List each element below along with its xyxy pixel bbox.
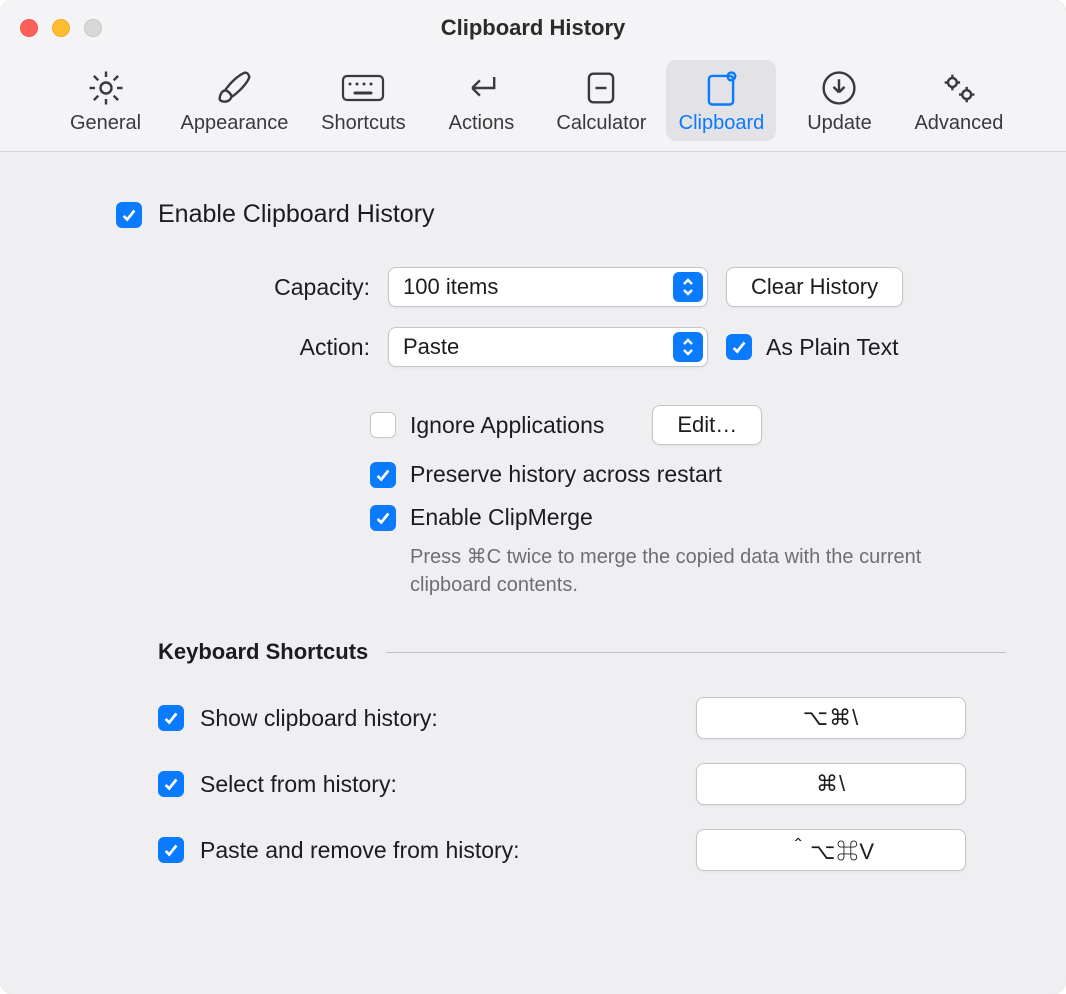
tab-appearance[interactable]: Appearance	[169, 60, 301, 141]
clipmerge-hint: Press ⌘C twice to merge the copied data …	[410, 539, 930, 599]
gear-icon	[84, 68, 128, 108]
window-close-button[interactable]	[20, 19, 38, 37]
as-plain-text-checkbox[interactable]	[726, 334, 752, 360]
preferences-window: Clipboard History General Appearance Sho…	[0, 0, 1066, 994]
shortcut-keyfield[interactable]: ⌘\	[696, 763, 966, 805]
tab-update[interactable]: Update	[784, 60, 894, 141]
ignore-applications-checkbox[interactable]	[370, 412, 396, 438]
shortcut-label: Show clipboard history:	[200, 705, 680, 732]
shortcut-keyfield[interactable]: ⌥⌘\	[696, 697, 966, 739]
tab-calculator[interactable]: Calculator	[544, 60, 658, 141]
preserve-history-label: Preserve history across restart	[410, 461, 722, 488]
ignore-applications-label: Ignore Applications	[410, 412, 604, 439]
tab-label: General	[70, 112, 141, 135]
window-minimize-button[interactable]	[52, 19, 70, 37]
as-plain-text-label: As Plain Text	[766, 334, 899, 361]
window-title: Clipboard History	[0, 15, 1066, 41]
tab-label: Shortcuts	[321, 112, 405, 135]
shortcut-show-clipboard-history: Show clipboard history: ⌥⌘\	[158, 685, 966, 751]
download-icon	[817, 68, 861, 108]
action-popup[interactable]: Paste	[388, 327, 708, 367]
capacity-popup[interactable]: 100 items	[388, 267, 708, 307]
shortcut-checkbox[interactable]	[158, 705, 184, 731]
tab-label: Calculator	[556, 112, 646, 135]
ignore-applications-row: Ignore Applications Edit…	[370, 397, 1026, 453]
brush-icon	[212, 68, 256, 108]
capacity-label: Capacity:	[110, 274, 370, 301]
enable-clipmerge-label: Enable ClipMerge	[410, 504, 593, 531]
settings-form: Capacity: 100 items Clear History Action…	[110, 267, 1026, 367]
capacity-value: 100 items	[403, 274, 498, 300]
keyboard-icon	[341, 68, 385, 108]
preferences-toolbar: General Appearance Shortcuts Actions Cal…	[0, 56, 1066, 152]
tab-label: Appearance	[181, 112, 289, 135]
traffic-lights	[0, 19, 102, 37]
shortcut-checkbox[interactable]	[158, 771, 184, 797]
enable-clipmerge-row: Enable ClipMerge	[370, 496, 1026, 539]
enable-clipmerge-checkbox[interactable]	[370, 505, 396, 531]
edit-ignore-applications-button[interactable]: Edit…	[652, 405, 762, 445]
tab-label: Advanced	[914, 112, 1003, 135]
enable-clipboard-history-label: Enable Clipboard History	[158, 200, 435, 229]
tab-clipboard[interactable]: Clipboard	[666, 60, 776, 141]
action-label: Action:	[110, 334, 370, 361]
enable-clipboard-history-checkbox[interactable]	[116, 202, 142, 228]
content-pane: Enable Clipboard History Capacity: 100 i…	[0, 152, 1066, 994]
preserve-history-row: Preserve history across restart	[370, 453, 1026, 496]
divider	[386, 652, 1006, 653]
shortcut-paste-and-remove: Paste and remove from history: ＾⌥⌘V	[158, 817, 966, 883]
return-icon	[459, 68, 503, 108]
as-plain-text-row: As Plain Text	[726, 334, 1026, 361]
shortcuts-list: Show clipboard history: ⌥⌘\ Select from …	[158, 685, 966, 883]
chevron-updown-icon	[673, 332, 703, 362]
chevron-updown-icon	[673, 272, 703, 302]
tab-actions[interactable]: Actions	[426, 60, 536, 141]
tab-general[interactable]: General	[51, 60, 161, 141]
shortcut-checkbox[interactable]	[158, 837, 184, 863]
calculator-icon	[579, 68, 623, 108]
shortcut-label: Paste and remove from history:	[200, 837, 680, 864]
clear-history-button[interactable]: Clear History	[726, 267, 903, 307]
keyboard-shortcuts-header: Keyboard Shortcuts	[158, 639, 1026, 665]
tab-label: Clipboard	[679, 112, 765, 135]
enable-clipboard-history-row: Enable Clipboard History	[116, 192, 1026, 237]
keyboard-shortcuts-title: Keyboard Shortcuts	[158, 639, 368, 665]
titlebar: Clipboard History	[0, 0, 1066, 56]
shortcut-label: Select from history:	[200, 771, 680, 798]
window-zoom-button[interactable]	[84, 19, 102, 37]
preserve-history-checkbox[interactable]	[370, 462, 396, 488]
clipboard-icon	[699, 68, 743, 108]
shortcut-select-from-history: Select from history: ⌘\	[158, 751, 966, 817]
gears-icon	[937, 68, 981, 108]
tab-shortcuts[interactable]: Shortcuts	[308, 60, 418, 141]
tab-label: Actions	[449, 112, 515, 135]
tab-label: Update	[807, 112, 872, 135]
shortcut-keyfield[interactable]: ＾⌥⌘V	[696, 829, 966, 871]
action-value: Paste	[403, 334, 459, 360]
options-group: Ignore Applications Edit… Preserve histo…	[370, 397, 1026, 599]
tab-advanced[interactable]: Advanced	[902, 60, 1015, 141]
